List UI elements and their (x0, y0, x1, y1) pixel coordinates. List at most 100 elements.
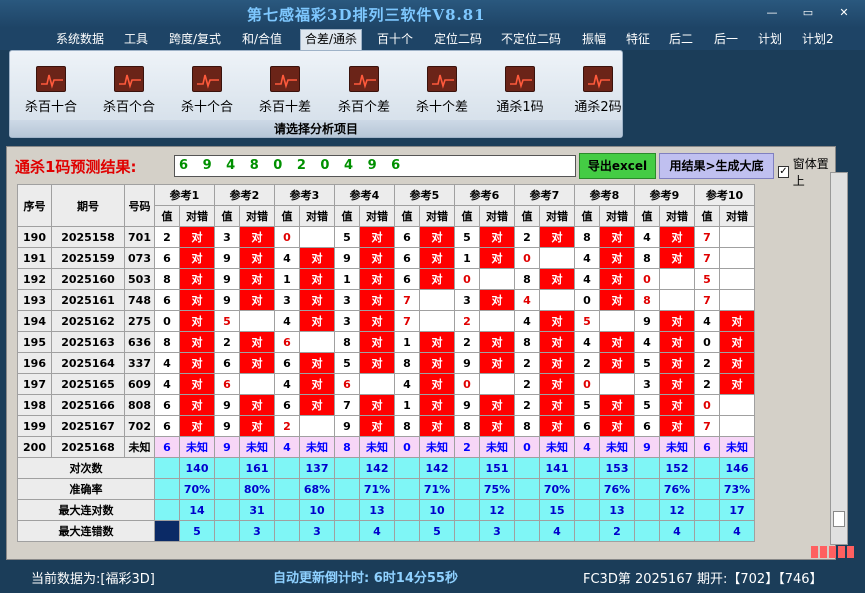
hit-cell: 对 (539, 331, 575, 353)
value-cell: 6 (154, 394, 180, 416)
ribbon-button-7[interactable]: 通杀2码 (563, 66, 633, 115)
hit-cell (719, 394, 755, 416)
stats-value: 12 (659, 499, 695, 521)
close-button[interactable]: ✕ (835, 6, 853, 19)
stats-spacer (574, 478, 600, 500)
ribbon-button-label: 杀十个差 (415, 100, 468, 115)
hit-cell: 对 (179, 247, 215, 269)
ribbon-button-label: 杀十个合 (180, 100, 233, 115)
scrollbar-thumb[interactable] (833, 511, 845, 527)
hit-cell (239, 373, 275, 395)
value-cell: 7 (334, 394, 360, 416)
hit-cell: 对 (179, 352, 215, 374)
menu-item-11[interactable]: 后一 (710, 31, 742, 50)
export-excel-button[interactable]: 导出excel (579, 153, 656, 179)
hit-cell: 对 (179, 331, 215, 353)
ribbon-button-2[interactable]: 杀十个合 (172, 66, 242, 115)
ribbon-button-3[interactable]: 杀百十差 (250, 66, 320, 115)
header-hit: 对错 (659, 205, 695, 227)
hit-cell: 对 (419, 394, 455, 416)
future-row: 200 2025168 未知 6 未知 9 未知 4 未知 8 未知 0 未知 2 未知 0 未知 4 未知 9 未知 6… (17, 436, 755, 458)
checkbox-check-icon[interactable]: ✓ (778, 166, 789, 178)
ribbon-button-5[interactable]: 杀十个差 (407, 66, 477, 115)
header-value: 值 (574, 205, 600, 227)
ribbon-button-0[interactable]: 杀百十合 (16, 66, 86, 115)
minimize-button[interactable]: — (763, 6, 781, 19)
value-cell: 2 (454, 310, 480, 332)
hit-cell: 对 (359, 352, 395, 374)
stats-spacer (634, 520, 660, 542)
hit-cell: 对 (359, 247, 395, 269)
stats-spacer (214, 478, 240, 500)
chart-icon (114, 66, 144, 92)
value-cell: 2 (274, 415, 300, 437)
table-row: 196 2025164 337 4 对 6 对 6 对 5 对 8 对 9 对 2 对 2 对 5 对 2 对 (17, 352, 755, 374)
menu-item-6[interactable]: 定位二码 (430, 31, 486, 50)
value-cell: 7 (394, 310, 420, 332)
ribbon-button-6[interactable]: 通杀1码 (485, 66, 555, 115)
hit-cell: 对 (179, 394, 215, 416)
hit-cell: 对 (539, 373, 575, 395)
menu-item-2[interactable]: 跨度/复式 (165, 31, 225, 50)
menu-item-5[interactable]: 百十个 (373, 31, 417, 50)
value-cell: 1 (394, 331, 420, 353)
menu-item-1[interactable]: 工具 (120, 31, 152, 50)
value-cell: 6 (154, 415, 180, 437)
row-number: 073 (124, 247, 155, 269)
value-cell: 8 (334, 331, 360, 353)
status-last-draw: FC3D第 2025167 期开:【702】【746】 (583, 572, 823, 587)
hit-cell (239, 310, 275, 332)
value-cell: 6 (634, 415, 660, 437)
hit-cell: 对 (359, 331, 395, 353)
header-ref: 参考7 (514, 184, 575, 206)
value-cell: 6 (394, 247, 420, 269)
topmost-checkbox[interactable]: ✓ 窗体置上 (778, 155, 835, 189)
menu-item-13[interactable]: 计划2 (798, 31, 838, 50)
stats-spacer (634, 457, 660, 479)
prediction-result-field[interactable]: 6 9 4 8 0 2 0 4 9 6 (174, 155, 576, 177)
vertical-scrollbar[interactable] (830, 172, 848, 545)
stats-spacer (454, 478, 480, 500)
menu-item-0[interactable]: 系统数据 (52, 31, 108, 50)
value-cell: 9 (214, 289, 240, 311)
hit-cell (299, 331, 335, 353)
value-cell: 4 (694, 310, 720, 332)
value-cell: 2 (214, 331, 240, 353)
hit-cell: 对 (239, 226, 275, 248)
hit-cell: 对 (359, 289, 395, 311)
restore-button[interactable]: ▭ (799, 6, 817, 19)
value-cell: 1 (334, 268, 360, 290)
hit-cell: 对 (719, 352, 755, 374)
menu-item-9[interactable]: 特征 (622, 31, 654, 50)
stats-spacer (514, 499, 540, 521)
value-cell: 6 (274, 394, 300, 416)
menu-item-12[interactable]: 计划 (754, 31, 786, 50)
menu-item-7[interactable]: 不定位二码 (497, 31, 565, 50)
generate-base-button[interactable]: 用结果>生成大底 (659, 153, 774, 179)
menu-item-10[interactable]: 后二 (665, 31, 697, 50)
ribbon-button-4[interactable]: 杀百个差 (329, 66, 399, 115)
stats-value: 141 (539, 457, 575, 479)
stats-spacer (394, 478, 420, 500)
hit-cell: 对 (479, 394, 515, 416)
table-row: 198 2025166 808 6 对 9 对 6 对 7 对 1 对 9 对 2 对 5 对 5 对 0 (17, 394, 755, 416)
menu-item-4[interactable]: 合差/通杀 (300, 29, 363, 50)
hit-cell: 未知 (539, 436, 575, 458)
ribbon-button-1[interactable]: 杀百个合 (94, 66, 164, 115)
hit-cell: 对 (539, 268, 575, 290)
row-period: 2025164 (51, 352, 125, 374)
value-cell: 6 (214, 352, 240, 374)
hit-cell: 对 (659, 373, 695, 395)
value-cell: 5 (214, 310, 240, 332)
stats-spacer (454, 457, 480, 479)
hit-cell (719, 415, 755, 437)
chart-icon (505, 66, 535, 92)
hit-cell: 对 (479, 289, 515, 311)
menu-item-8[interactable]: 振幅 (578, 31, 610, 50)
menu-item-3[interactable]: 和/合值 (238, 31, 286, 50)
row-number: 748 (124, 289, 155, 311)
value-cell: 9 (454, 352, 480, 374)
hit-cell: 对 (479, 415, 515, 437)
stats-value: 153 (599, 457, 635, 479)
hit-cell: 对 (539, 310, 575, 332)
